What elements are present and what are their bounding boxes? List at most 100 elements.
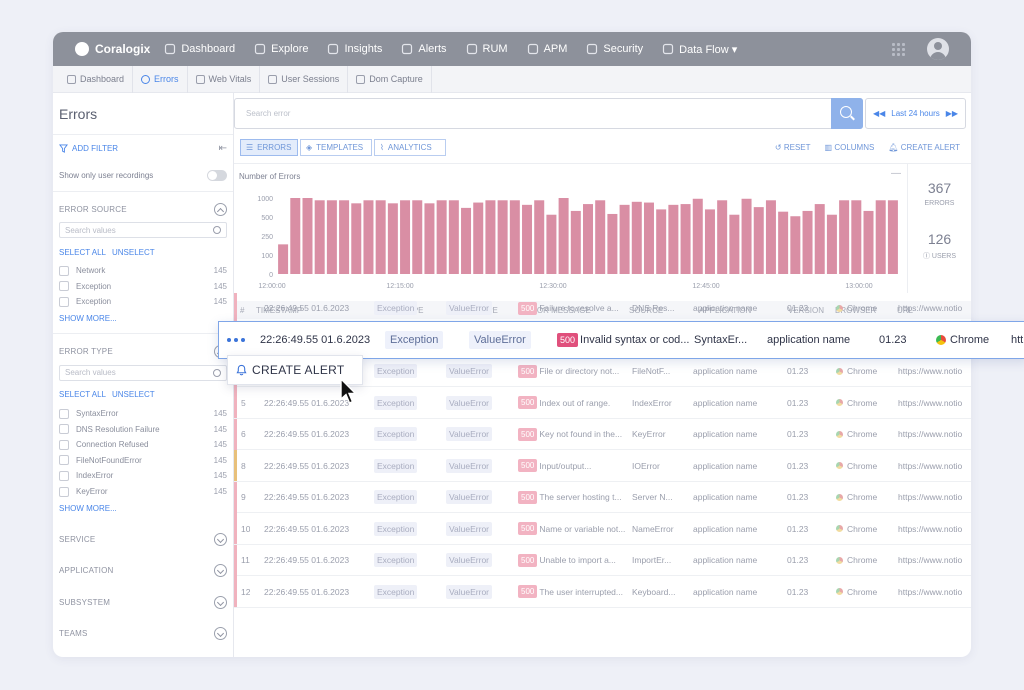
search-button[interactable]	[831, 98, 863, 129]
filter-section-teams[interactable]: TEAMS	[53, 618, 233, 650]
chart-bar[interactable]	[778, 211, 789, 274]
chart-bar[interactable]	[339, 200, 350, 274]
chart-bar[interactable]	[485, 200, 496, 274]
filter-option[interactable]: SyntaxError 145	[53, 406, 233, 422]
chart-bar[interactable]	[314, 200, 325, 274]
checkbox[interactable]	[59, 281, 69, 292]
table-row[interactable]: 8 22:26:49.55 01.6.2023 Exception ValueErro…	[234, 450, 971, 482]
show-more-link[interactable]: SHOW MORE...	[53, 499, 233, 517]
tab-web-vitals[interactable]: Web Vitals	[188, 65, 261, 93]
search-input[interactable]: Search error	[234, 98, 863, 129]
expand-icon[interactable]	[214, 532, 227, 546]
expand-icon[interactable]	[214, 564, 227, 578]
tab-templates[interactable]: ◈ TEMPLATES	[300, 139, 372, 156]
chart-bar[interactable]	[534, 200, 545, 274]
table-row[interactable]: 9 22:26:49.55 01.6.2023 Exception ValueErro…	[234, 481, 971, 513]
select-all-button[interactable]: SELECT ALL	[59, 390, 106, 399]
row-actions-menu[interactable]	[227, 322, 245, 357]
create-alert-button[interactable]: 🔔︎ CREATE ALERT	[888, 143, 960, 152]
chart-bar[interactable]	[302, 198, 313, 274]
chart-bar[interactable]	[412, 200, 423, 274]
error-source-search-input[interactable]: Search values	[59, 222, 227, 238]
chart-bar[interactable]	[765, 200, 776, 274]
chart-bar[interactable]	[741, 198, 752, 274]
table-row[interactable]: 22:26:49.55 01.6.2023 Exception ValueError…	[234, 292, 971, 324]
filter-section-subsystem[interactable]: SUBSYSTEM	[53, 586, 233, 618]
add-filter-button[interactable]: ADD FILTER ⇤	[53, 135, 233, 161]
table-row[interactable]: 12 22:26:49.55 01.6.2023 Exception ValueErr…	[234, 576, 971, 608]
nav-item-security[interactable]: Security	[586, 43, 643, 56]
chart-bar[interactable]	[497, 200, 508, 274]
chart-bar[interactable]	[729, 214, 740, 274]
table-row[interactable]: 6 22:26:49.55 01.6.2023 Exception ValueErro…	[234, 418, 971, 450]
expand-icon[interactable]	[214, 595, 227, 609]
filter-option[interactable]: Connection Refused 145	[53, 437, 233, 453]
unselect-button[interactable]: UNSELECT	[112, 390, 155, 399]
chart-bar[interactable]	[875, 200, 886, 274]
chart-bar[interactable]	[400, 200, 411, 274]
tab-dashboard[interactable]: Dashboard	[59, 65, 134, 93]
chart-bar[interactable]	[582, 204, 594, 274]
chart-bar[interactable]	[839, 200, 850, 274]
nav-item-apm[interactable]: APM	[527, 43, 567, 56]
chart-bar[interactable]	[619, 204, 630, 274]
chart-bar[interactable]	[509, 200, 520, 274]
chart-bar[interactable]	[851, 200, 862, 274]
error-source-header[interactable]: ERROR SOURCE	[53, 196, 233, 222]
expand-icon[interactable]	[214, 627, 227, 641]
chart-bar[interactable]	[473, 202, 484, 274]
chart-bar[interactable]	[631, 201, 642, 274]
chart-bar[interactable]	[826, 214, 837, 274]
chart-bar[interactable]	[814, 204, 825, 274]
chart-bar[interactable]	[607, 213, 618, 274]
unselect-button[interactable]: UNSELECT	[112, 248, 155, 257]
chart-bar[interactable]	[595, 200, 606, 274]
chart-bar[interactable]	[753, 207, 764, 274]
nav-item-insights[interactable]: Insights	[327, 43, 382, 56]
chart-bar[interactable]	[375, 200, 386, 274]
chart-bar[interactable]	[656, 209, 667, 274]
filter-option[interactable]: Network 145	[53, 263, 233, 279]
more-dots-icon[interactable]	[227, 337, 245, 342]
chart-bar[interactable]	[863, 210, 874, 274]
apps-grid-icon[interactable]	[892, 42, 905, 56]
chart-bar[interactable]	[461, 207, 472, 274]
user-recordings-toggle[interactable]	[207, 169, 227, 181]
show-more-link[interactable]: SHOW MORE...	[53, 310, 233, 328]
checkbox[interactable]	[59, 265, 69, 276]
time-range-picker[interactable]: ◀◀ Last 24 hours ▶▶	[865, 98, 966, 129]
checkbox[interactable]	[59, 296, 69, 307]
tab-user-sessions[interactable]: User Sessions	[260, 65, 349, 93]
chart-bar[interactable]	[448, 200, 459, 274]
nav-item-alerts[interactable]: Alerts	[401, 43, 447, 56]
filter-option[interactable]: KeyError 145	[53, 484, 233, 500]
chart-bar[interactable]	[326, 200, 337, 274]
chart-bar[interactable]	[668, 204, 679, 274]
collapse-sidebar-icon[interactable]: ⇤	[219, 143, 227, 154]
tab-errors[interactable]: ☰ ERRORS	[240, 139, 298, 156]
reset-button[interactable]: ↺ RESET	[775, 143, 811, 152]
chart-bar[interactable]	[522, 204, 533, 274]
checkbox[interactable]	[59, 470, 69, 481]
prev-arrow-icon[interactable]: ◀◀	[873, 109, 885, 118]
chart-bar[interactable]	[546, 214, 557, 274]
select-all-button[interactable]: SELECT ALL	[59, 248, 106, 257]
chart-bar[interactable]	[387, 203, 398, 274]
chart-bar[interactable]	[692, 198, 703, 274]
chart-bar[interactable]	[717, 200, 728, 274]
error-type-header[interactable]: ERROR TYPE	[53, 339, 233, 365]
checkbox[interactable]	[59, 424, 69, 435]
tab-analytics[interactable]: ⌇ ANALYTICS	[374, 139, 446, 156]
chart-bar[interactable]	[424, 203, 435, 274]
chart-bar[interactable]	[570, 210, 581, 274]
checkbox[interactable]	[59, 455, 69, 466]
highlighted-table-row[interactable]: 22:26:49.55 01.6.2023 Exception ValueErr…	[218, 321, 1024, 359]
tab-errors[interactable]: Errors	[133, 65, 188, 93]
columns-button[interactable]: ▥ COLUMNS	[825, 143, 875, 152]
brand-logo[interactable]: Coralogix	[75, 42, 150, 56]
chart-bar[interactable]	[436, 200, 447, 274]
checkbox[interactable]	[59, 408, 69, 419]
chart-bar[interactable]	[790, 216, 801, 274]
filter-option[interactable]: Exception 145	[53, 294, 233, 310]
chart-bar[interactable]	[351, 203, 362, 274]
